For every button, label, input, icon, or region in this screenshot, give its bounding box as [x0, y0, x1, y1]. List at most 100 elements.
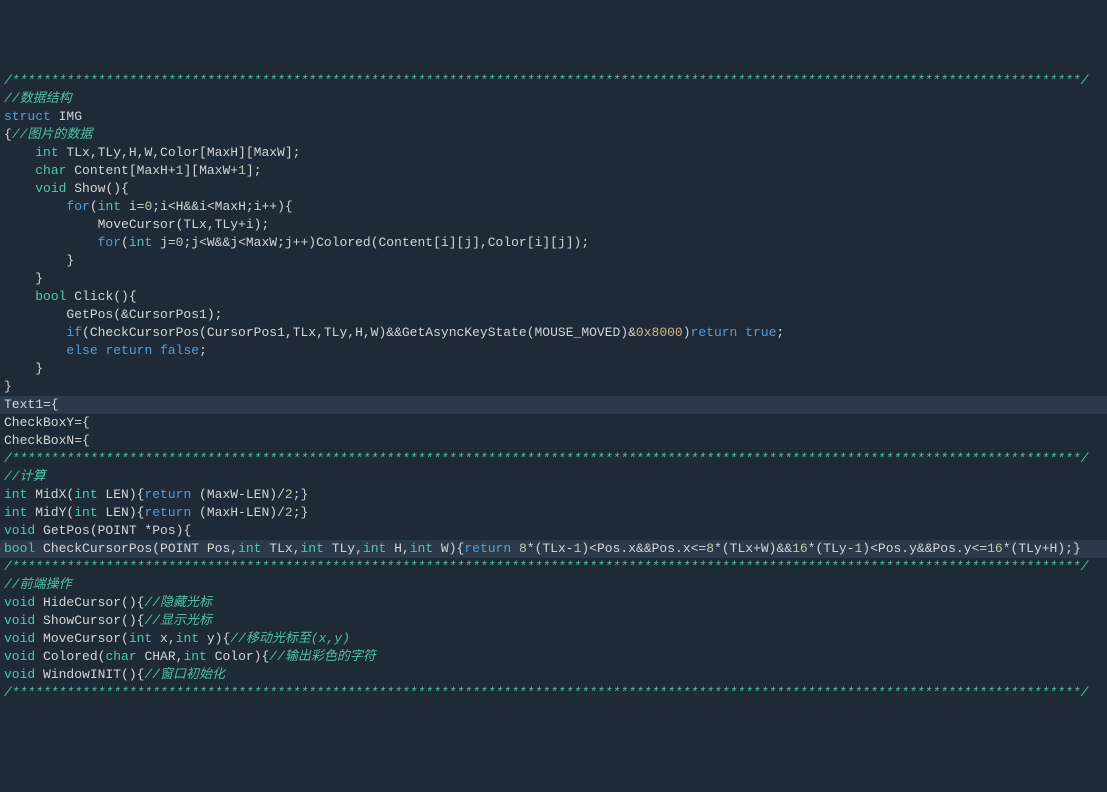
- code-token-ident: y){: [199, 631, 230, 646]
- code-token-type: bool: [4, 541, 35, 556]
- code-token-op: [4, 145, 35, 160]
- code-token-type: int: [4, 505, 27, 520]
- code-token-comment: /***************************************…: [4, 559, 1088, 574]
- code-token-type: void: [4, 667, 35, 682]
- code-token-op: [4, 235, 98, 250]
- code-line[interactable]: MoveCursor(TLx,TLy+i);: [0, 216, 1107, 234]
- code-line[interactable]: }: [0, 270, 1107, 288]
- code-token-keyword: false: [160, 343, 199, 358]
- code-line[interactable]: CheckBoxY={: [0, 414, 1107, 432]
- code-line[interactable]: void ShowCursor(){//显示光标: [0, 612, 1107, 630]
- code-line[interactable]: void MoveCursor(int x,int y){//移动光标至(x,y…: [0, 630, 1107, 648]
- code-line[interactable]: bool CheckCursorPos(POINT Pos,int TLx,in…: [0, 540, 1107, 558]
- code-token-keyword: return: [464, 541, 511, 556]
- code-line[interactable]: //计算: [0, 468, 1107, 486]
- code-token-ident: ;}: [293, 505, 309, 520]
- code-line[interactable]: /***************************************…: [0, 450, 1107, 468]
- code-token-keyword: for: [66, 199, 89, 214]
- code-line[interactable]: CheckBoxN={: [0, 432, 1107, 450]
- code-token-op: [511, 541, 519, 556]
- code-token-keyword: return: [105, 343, 152, 358]
- code-token-number: 16: [987, 541, 1003, 556]
- code-line[interactable]: int MidY(int LEN){return (MaxH-LEN)/2;}: [0, 504, 1107, 522]
- code-line[interactable]: if(CheckCursorPos(CursorPos1,TLx,TLy,H,W…: [0, 324, 1107, 342]
- code-line[interactable]: int MidX(int LEN){return (MaxW-LEN)/2;}: [0, 486, 1107, 504]
- code-token-ident: CheckBoxY={: [4, 415, 90, 430]
- code-token-number: 2: [285, 505, 293, 520]
- code-token-keyword: for: [98, 235, 121, 250]
- code-token-keyword: struct: [4, 109, 51, 124]
- code-token-ident: MoveCursor(TLx,TLy+i);: [4, 217, 269, 232]
- code-line[interactable]: }: [0, 378, 1107, 396]
- code-token-type: int: [129, 235, 152, 250]
- code-token-ident: ShowCursor(){: [35, 613, 144, 628]
- code-token-op: [737, 325, 745, 340]
- code-token-comment: //图片的数据: [12, 127, 93, 142]
- code-token-keyword: return: [144, 505, 191, 520]
- code-token-type: int: [363, 541, 386, 556]
- code-line[interactable]: struct IMG: [0, 108, 1107, 126]
- code-token-ident: H,: [386, 541, 409, 556]
- code-token-ident: Color){: [207, 649, 269, 664]
- code-token-type: char: [35, 163, 66, 178]
- code-token-ident: }: [4, 361, 43, 376]
- code-line[interactable]: for(int i=0;i<H&&i<MaxH;i++){: [0, 198, 1107, 216]
- code-token-paren: (: [90, 199, 98, 214]
- code-token-ident: WindowINIT(){: [35, 667, 144, 682]
- code-token-number: 1: [238, 163, 246, 178]
- code-token-ident: (MaxW-LEN)/: [191, 487, 285, 502]
- code-token-ident: ;: [199, 343, 207, 358]
- code-token-ident: HideCursor(){: [35, 595, 144, 610]
- code-token-ident: *(TLx+W)&&: [714, 541, 792, 556]
- code-token-hex: 0x8000: [636, 325, 683, 340]
- code-token-ident: Text1={: [4, 397, 59, 412]
- code-line[interactable]: /***************************************…: [0, 558, 1107, 576]
- code-token-ident: (MaxH-LEN)/: [191, 505, 285, 520]
- code-line[interactable]: GetPos(&CursorPos1);: [0, 306, 1107, 324]
- code-token-op: [4, 343, 66, 358]
- code-line[interactable]: char Content[MaxH+1][MaxW+1];: [0, 162, 1107, 180]
- code-line[interactable]: void Show(){: [0, 180, 1107, 198]
- code-token-type: int: [74, 505, 97, 520]
- code-line[interactable]: bool Click(){: [0, 288, 1107, 306]
- code-line[interactable]: void HideCursor(){//隐藏光标: [0, 594, 1107, 612]
- code-token-comment: /***************************************…: [4, 73, 1088, 88]
- code-line[interactable]: //前端操作: [0, 576, 1107, 594]
- code-line[interactable]: int TLx,TLy,H,W,Color[MaxH][MaxW];: [0, 144, 1107, 162]
- code-line[interactable]: //数据结构: [0, 90, 1107, 108]
- code-token-comment: //输出彩色的字符: [269, 649, 376, 664]
- code-token-op: [4, 163, 35, 178]
- code-token-number: 8: [519, 541, 527, 556]
- code-editor[interactable]: /***************************************…: [0, 72, 1107, 702]
- code-line[interactable]: }: [0, 252, 1107, 270]
- code-line[interactable]: void Colored(char CHAR,int Color){//输出彩色…: [0, 648, 1107, 666]
- code-line[interactable]: for(int j=0;j<W&&j<MaxW;j++)Colored(Cont…: [0, 234, 1107, 252]
- code-token-ident: }: [4, 271, 43, 286]
- code-token-type: void: [4, 613, 35, 628]
- code-token-keyword: return: [144, 487, 191, 502]
- code-token-ident: GetPos(&CursorPos1);: [4, 307, 222, 322]
- code-token-type: void: [4, 649, 35, 664]
- code-token-ident: *(TLy-: [808, 541, 855, 556]
- code-line[interactable]: void WindowINIT(){//窗口初始化: [0, 666, 1107, 684]
- code-token-ident: Show(){: [66, 181, 128, 196]
- code-token-comment: //显示光标: [144, 613, 212, 628]
- code-line[interactable]: Text1={: [0, 396, 1107, 414]
- code-token-ident: GetPos(POINT *Pos){: [35, 523, 191, 538]
- code-line[interactable]: void GetPos(POINT *Pos){: [0, 522, 1107, 540]
- code-line[interactable]: /***************************************…: [0, 684, 1107, 702]
- code-token-type: int: [35, 145, 58, 160]
- code-line[interactable]: /***************************************…: [0, 72, 1107, 90]
- code-token-ident: LEN){: [98, 505, 145, 520]
- code-token-ident: IMG: [51, 109, 82, 124]
- code-line[interactable]: }: [0, 360, 1107, 378]
- code-token-comment: //前端操作: [4, 577, 72, 592]
- code-token-op: [4, 325, 66, 340]
- code-token-ident: ];: [246, 163, 262, 178]
- code-token-type: int: [129, 631, 152, 646]
- code-token-keyword: if: [66, 325, 82, 340]
- code-token-keyword: else: [66, 343, 97, 358]
- code-line[interactable]: else return false;: [0, 342, 1107, 360]
- code-line[interactable]: {//图片的数据: [0, 126, 1107, 144]
- code-token-comment: //窗口初始化: [144, 667, 225, 682]
